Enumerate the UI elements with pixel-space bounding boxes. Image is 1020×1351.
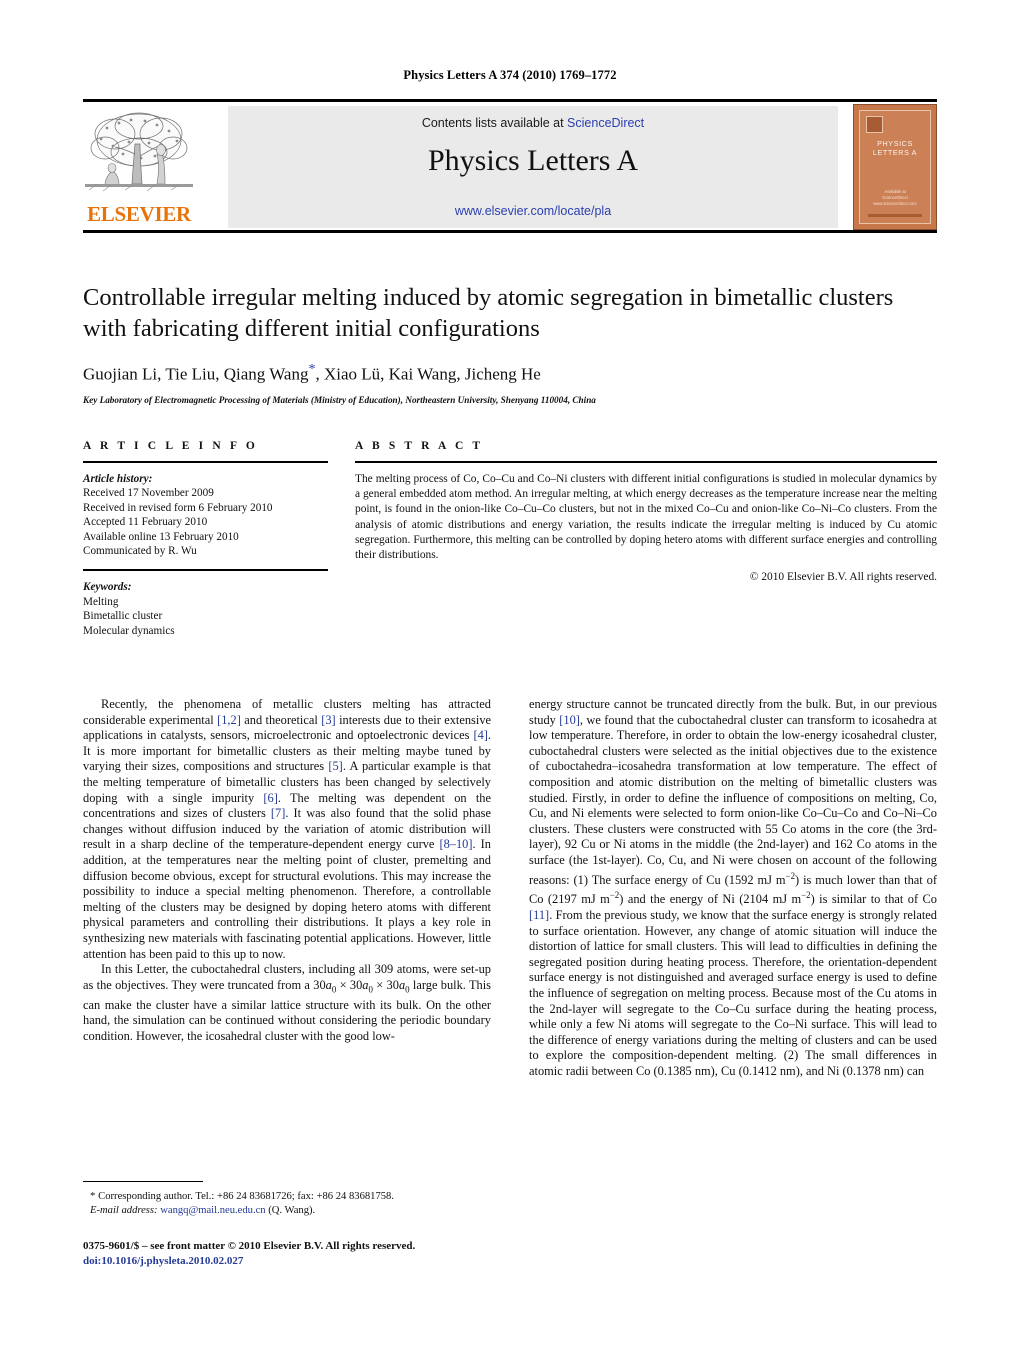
imprint-line: 0375-9601/$ – see front matter © 2010 El…: [83, 1240, 416, 1252]
citation-ref[interactable]: [5]: [328, 759, 342, 773]
contents-available-line: Contents lists available at ScienceDirec…: [228, 116, 838, 130]
abstract-rule: [355, 461, 937, 463]
para-text: and theoretical: [240, 712, 322, 727]
contents-prefix: Contents lists available at: [421, 116, 568, 130]
keyword-item: Bimetallic cluster: [83, 610, 163, 623]
body-paragraph: energy structure cannot be truncated dir…: [529, 697, 937, 1080]
running-head: Physics Letters A 374 (2010) 1769–1772: [403, 68, 617, 82]
abstract-copyright: © 2010 Elsevier B.V. All rights reserved…: [749, 571, 937, 584]
article-page: Physics Letters A 374 (2010) 1769–1772 E…: [0, 0, 1020, 1351]
body-paragraph: Recently, the phenomena of metallic clus…: [83, 697, 491, 962]
keyword-item: Melting: [83, 595, 119, 608]
doi-link[interactable]: doi:10.1016/j.physleta.2010.02.027: [83, 1254, 513, 1269]
cover-footer-text: Available at ScienceDirect www.sciencedi…: [860, 189, 930, 207]
superscript-exponent: −2: [609, 890, 620, 901]
email-owner: (Q. Wang).: [268, 1205, 316, 1216]
title-block: Controllable irregular melting induced b…: [83, 282, 937, 405]
page-title: Controllable irregular melting induced b…: [83, 284, 894, 342]
footnote-star-icon: *: [90, 1190, 96, 1202]
email-note: E-mail address: wangq@mail.neu.edu.cn (Q…: [83, 1204, 491, 1218]
email-label: E-mail address:: [90, 1205, 158, 1216]
affiliation: Key Laboratory of Electromagnetic Proces…: [83, 394, 596, 405]
email-link[interactable]: wangq@mail.neu.edu.cn: [160, 1205, 265, 1216]
keywords-block: Keywords: Melting Bimetallic cluster Mol…: [83, 580, 328, 638]
cover-title: PHYSICS LETTERS A: [872, 139, 918, 157]
body-column-right: energy structure cannot be truncated dir…: [529, 697, 937, 1080]
body-column-left: Recently, the phenomena of metallic clus…: [83, 697, 491, 1045]
body-paragraph: In this Letter, the cuboctahedral cluste…: [83, 962, 492, 1043]
abstract-text: The melting process of Co, Co–Cu and Co–…: [355, 473, 937, 562]
author-list: Guojian Li, Tie Liu, Qiang Wang*, Xiao L…: [83, 362, 937, 385]
cover-emblem-icon: [866, 116, 883, 133]
citation-ref[interactable]: [3]: [321, 713, 335, 727]
info-rule-mid: [83, 569, 328, 572]
imprint-block: 0375-9601/$ – see front matter © 2010 El…: [83, 1239, 513, 1269]
history-item: Communicated by R. Wu: [83, 545, 197, 558]
journal-cover-thumbnail: PHYSICS LETTERS A Available at ScienceDi…: [853, 104, 937, 230]
citation-ref[interactable]: [1,2]: [217, 713, 241, 727]
article-info-column: A R T I C L E I N F O Article history: R…: [83, 440, 328, 638]
article-history: Article history: Received 17 November 20…: [83, 472, 328, 558]
para-text: , we found that the cuboctahedral cluste…: [529, 712, 937, 887]
banner-body: ELSEVIER Contents lists available at Sci…: [83, 102, 937, 230]
journal-title: Physics Letters A: [428, 144, 638, 177]
journal-url-link[interactable]: www.elsevier.com/locate/pla: [228, 204, 838, 218]
lattice-constant-subscript: 0: [331, 984, 337, 995]
authors-rest: , Xiao Lü, Kai Wang, Jicheng He: [315, 364, 541, 384]
info-rule-top: [83, 461, 328, 463]
citation-ref[interactable]: [4]: [473, 728, 487, 742]
citation-ref[interactable]: [8–10]: [439, 837, 472, 851]
abstract-heading: A B S T R A C T: [355, 440, 484, 452]
cover-foot-line3: www.sciencedirect.com: [873, 201, 917, 206]
citation-ref[interactable]: [10]: [559, 713, 580, 727]
journal-banner: ELSEVIER Contents lists available at Sci…: [83, 99, 937, 233]
authors-first: Guojian Li, Tie Liu, Qiang Wang: [83, 364, 309, 384]
banner-bottom-rule: [83, 230, 937, 233]
history-item: Accepted 11 February 2010: [83, 516, 208, 529]
banner-center-panel: Contents lists available at ScienceDirec…: [228, 106, 838, 228]
elsevier-wordmark: ELSEVIER: [87, 202, 191, 226]
footnote-rule: [83, 1181, 203, 1182]
history-item: Received in revised form 6 February 2010: [83, 501, 273, 514]
superscript-exponent: −2: [785, 870, 796, 881]
corresponding-author-text: Corresponding author. Tel.: +86 24 83681…: [98, 1191, 394, 1202]
corresponding-author-note: * Corresponding author. Tel.: +86 24 836…: [83, 1189, 491, 1204]
abstract-column: A B S T R A C T The melting process of C…: [355, 440, 937, 583]
history-item: Available online 13 February 2010: [83, 530, 239, 543]
citation-ref[interactable]: [11]: [529, 908, 549, 922]
info-abstract-region: A R T I C L E I N F O Article history: R…: [83, 440, 937, 640]
citation-ref[interactable]: [7]: [271, 806, 285, 820]
citation-ref[interactable]: [6]: [263, 791, 277, 805]
history-item: Received 17 November 2009: [83, 487, 214, 500]
footnote-block: * Corresponding author. Tel.: +86 24 836…: [83, 1181, 491, 1218]
article-info-heading: A R T I C L E I N F O: [83, 440, 258, 452]
sciencedirect-link[interactable]: ScienceDirect: [567, 116, 644, 130]
article-history-label: Article history:: [83, 473, 153, 485]
para-text: ) is similar to that of Co: [810, 892, 938, 907]
keyword-item: Molecular dynamics: [83, 624, 175, 637]
cover-inner-frame: PHYSICS LETTERS A Available at ScienceDi…: [859, 110, 931, 224]
cover-bottom-bar: [868, 214, 922, 217]
elsevier-tree-icon: [85, 106, 193, 202]
para-text: . From the previous study, we know that …: [529, 907, 937, 1078]
keywords-label: Keywords:: [83, 581, 132, 594]
lattice-constant-subscript: 0: [368, 984, 373, 995]
para-text: . In addition, at the temperatures near …: [83, 837, 491, 961]
elsevier-logo: ELSEVIER: [83, 106, 195, 228]
superscript-exponent: −2: [801, 890, 811, 901]
para-text: ) and the energy of Ni (2104 mJ m: [619, 892, 802, 907]
